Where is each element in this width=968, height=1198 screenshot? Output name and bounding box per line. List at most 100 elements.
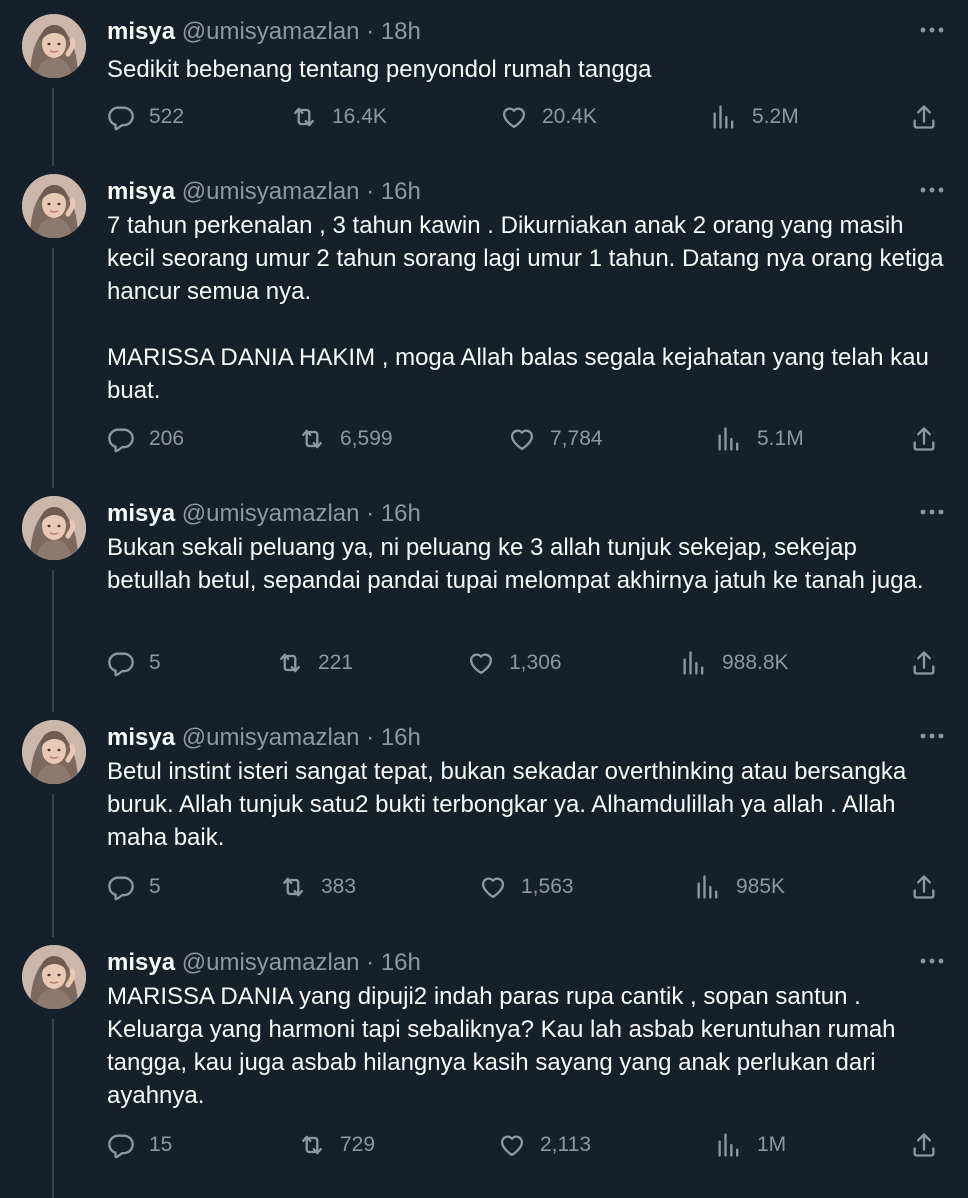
views-icon (718, 1133, 739, 1157)
display-name[interactable]: misya (107, 949, 175, 976)
reply-icon (108, 1134, 134, 1159)
reply-count: 5 (149, 651, 161, 674)
avatar[interactable] (22, 945, 86, 1009)
avatar[interactable] (22, 14, 86, 78)
more-icon[interactable] (918, 502, 946, 522)
timestamp[interactable]: 16h (381, 500, 421, 527)
retweet-button[interactable]: 16.4K (290, 103, 387, 131)
reply-count: 522 (149, 105, 185, 128)
more-icon[interactable] (918, 20, 946, 40)
reply-button[interactable]: 15 (107, 1131, 172, 1159)
tweet-actions: 5 221 1,306 988.8K (0, 649, 968, 681)
retweet-count: 6,599 (340, 427, 393, 450)
retweet-icon (280, 653, 300, 673)
retweet-button[interactable]: 6,599 (298, 425, 393, 453)
view-count: 988.8K (722, 651, 789, 674)
timestamp[interactable]: 16h (381, 949, 421, 976)
like-count: 7,784 (550, 427, 603, 450)
display-name[interactable]: misya (107, 724, 175, 751)
more-icon[interactable] (918, 951, 946, 971)
heart-icon (469, 653, 493, 675)
separator: · (366, 18, 375, 45)
separator: · (366, 178, 375, 205)
reply-icon (108, 652, 134, 677)
retweet-count: 221 (318, 651, 354, 674)
reply-icon (108, 106, 134, 131)
more-icon[interactable] (918, 726, 946, 746)
views-button[interactable]: 1M (715, 1131, 786, 1159)
like-button[interactable]: 1,563 (479, 873, 574, 901)
tweet-header: misya @umisyamazlan · 16h (107, 947, 421, 979)
display-name[interactable]: misya (107, 178, 175, 205)
user-handle[interactable]: @umisyamazlan (182, 724, 360, 751)
user-handle[interactable]: @umisyamazlan (182, 18, 360, 45)
user-handle[interactable]: @umisyamazlan (182, 949, 360, 976)
user-handle[interactable]: @umisyamazlan (182, 500, 360, 527)
view-count: 1M (757, 1133, 787, 1156)
reply-count: 5 (149, 875, 161, 898)
reply-button[interactable]: 5 (107, 873, 161, 901)
timestamp[interactable]: 18h (381, 18, 421, 45)
tweet-text: Bukan sekali peluang ya, ni peluang ke 3… (107, 534, 924, 594)
tweet-actions: 522 16.4K 20.4K 5.2M (0, 103, 968, 135)
avatar[interactable] (22, 720, 86, 784)
view-count: 5.1M (757, 427, 804, 450)
retweet-button[interactable]: 221 (276, 649, 353, 677)
share-icon[interactable] (910, 425, 938, 453)
heart-icon (500, 1135, 524, 1157)
thread-line (52, 1019, 54, 1198)
share-icon[interactable] (910, 1131, 938, 1159)
views-icon (697, 875, 718, 899)
views-button[interactable]: 5.2M (710, 103, 799, 131)
avatar[interactable] (22, 174, 86, 238)
tweet-text: MARISSA DANIA yang dipuji2 indah paras r… (107, 983, 903, 1109)
retweet-button[interactable]: 729 (298, 1131, 375, 1159)
display-name[interactable]: misya (107, 500, 175, 527)
avatar-image (22, 720, 86, 784)
share-icon[interactable] (910, 103, 938, 131)
like-button[interactable]: 1,306 (467, 649, 562, 677)
separator: · (366, 949, 375, 976)
heart-icon (481, 877, 505, 899)
share-icon[interactable] (910, 873, 938, 901)
views-button[interactable]: 988.8K (680, 649, 789, 677)
tweet-text: Sedikit bebenang tentang penyondol rumah… (107, 56, 652, 83)
reply-count: 206 (149, 427, 185, 450)
like-button[interactable]: 20.4K (500, 103, 597, 131)
display-name[interactable]: misya (107, 18, 175, 45)
views-button[interactable]: 985K (694, 873, 785, 901)
reply-button[interactable]: 5 (107, 649, 161, 677)
heart-icon (502, 107, 526, 129)
retweet-count: 383 (321, 875, 357, 898)
avatar[interactable] (22, 496, 86, 560)
like-count: 1,306 (509, 651, 562, 674)
more-icon[interactable] (918, 180, 946, 200)
retweet-icon (302, 429, 322, 449)
retweet-icon (302, 1135, 322, 1155)
timestamp[interactable]: 16h (381, 178, 421, 205)
avatar-image (22, 14, 86, 78)
timestamp[interactable]: 16h (381, 724, 421, 751)
reply-icon (108, 876, 134, 901)
share-icon[interactable] (910, 649, 938, 677)
like-button[interactable]: 7,784 (508, 425, 603, 453)
retweet-icon (294, 107, 314, 127)
thread-line (52, 794, 54, 937)
views-icon (713, 105, 734, 129)
heart-icon (510, 429, 534, 451)
view-count: 985K (736, 875, 786, 898)
views-icon (683, 651, 704, 675)
retweet-button[interactable]: 383 (279, 873, 356, 901)
user-handle[interactable]: @umisyamazlan (182, 178, 360, 205)
tweet-actions: 15 729 2,113 1M (0, 1131, 968, 1163)
like-button[interactable]: 2,113 (498, 1131, 591, 1159)
reply-icon (108, 428, 134, 453)
retweet-count: 729 (340, 1133, 376, 1156)
reply-button[interactable]: 206 (107, 425, 184, 453)
views-button[interactable]: 5.1M (715, 425, 804, 453)
tweet-header: misya @umisyamazlan · 16h (107, 176, 421, 208)
reply-button[interactable]: 522 (107, 103, 184, 131)
thread-line (52, 570, 54, 712)
tweet-actions: 5 383 1,563 985K (0, 873, 968, 905)
like-count: 1,563 (521, 875, 574, 898)
